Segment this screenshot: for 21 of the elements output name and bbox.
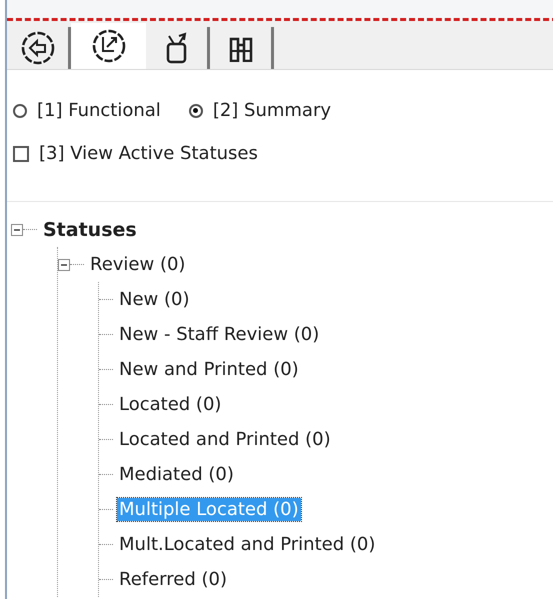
tree-item[interactable]: New (0) (117, 288, 192, 311)
collapse-icon[interactable] (58, 258, 70, 270)
tree-item[interactable]: New - Staff Review (0) (117, 323, 322, 346)
cup-icon (164, 31, 188, 65)
tree-item[interactable]: Located and Printed (0) (117, 428, 333, 451)
radio-button[interactable] (188, 104, 203, 118)
tab[interactable] (71, 23, 146, 69)
radio-option[interactable]: [2] Summary (188, 100, 332, 121)
tree-item[interactable]: Mult.Located and Printed (0) (117, 533, 378, 556)
tree-item[interactable]: Mediated (0) (117, 463, 236, 486)
tree-item[interactable]: Located (0) (117, 393, 224, 416)
tree-item[interactable]: New and Printed (0) (117, 358, 301, 381)
checkbox[interactable] (13, 146, 29, 162)
radio-option[interactable]: [1] Functional (13, 100, 161, 121)
radio-label: [2] Summary (212, 100, 332, 121)
radio-button[interactable] (13, 104, 27, 118)
tree-item[interactable]: Review (0) (88, 253, 188, 276)
collapse-icon[interactable] (11, 224, 23, 236)
tree-item[interactable]: Statuses (41, 218, 139, 242)
radio-label: [1] Functional (37, 100, 161, 121)
tree-item[interactable]: Referred (0) (117, 568, 229, 591)
